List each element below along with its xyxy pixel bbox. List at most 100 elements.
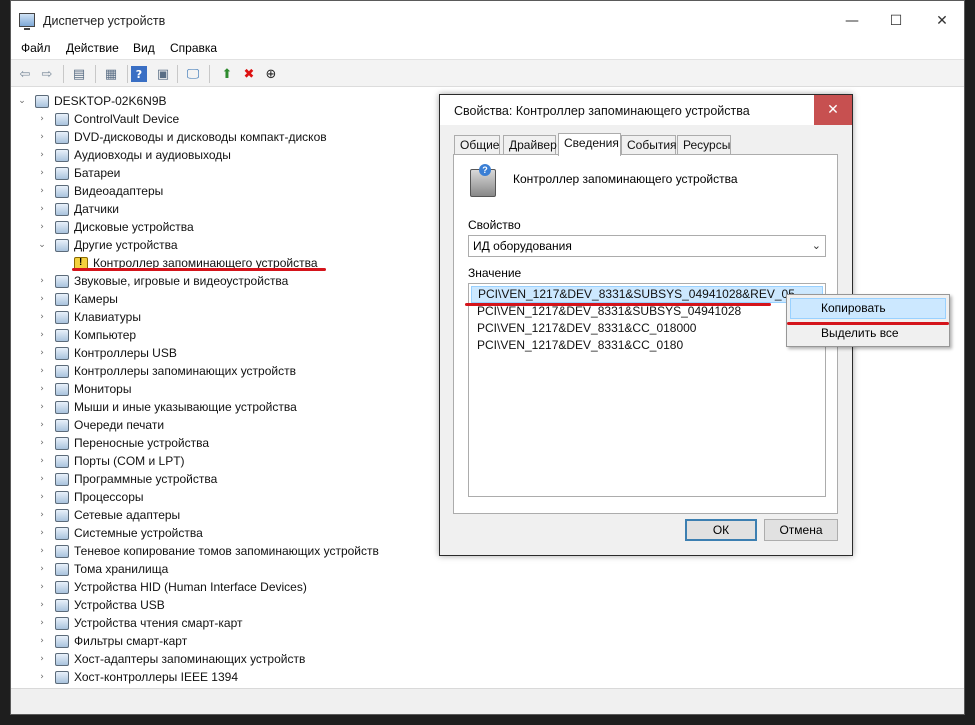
forward-arrow-icon[interactable]: ⇨ bbox=[37, 64, 57, 84]
chevron-right-icon[interactable]: › bbox=[37, 492, 47, 502]
ok-button[interactable]: ОК bbox=[685, 519, 757, 541]
cancel-button[interactable]: Отмена bbox=[764, 519, 838, 541]
chevron-right-icon[interactable]: › bbox=[37, 474, 47, 484]
tree-category-item[interactable]: › Сетевые адаптеры bbox=[37, 506, 180, 524]
menu-file[interactable]: Файл bbox=[21, 41, 51, 55]
chevron-right-icon[interactable]: › bbox=[37, 510, 47, 520]
tree-category-item[interactable]: › Видеоадаптеры bbox=[37, 182, 163, 200]
chevron-right-icon[interactable]: › bbox=[37, 456, 47, 466]
tree-category-item[interactable]: › Контроллеры запоминающих устройств bbox=[37, 362, 296, 380]
chevron-down-icon[interactable]: ⌄ bbox=[17, 96, 27, 106]
tree-item-label: Хост-контроллеры IEEE 1394 bbox=[74, 670, 238, 684]
chevron-right-icon[interactable]: › bbox=[37, 150, 47, 160]
tree-category-item[interactable]: › Фильтры смарт-карт bbox=[37, 632, 187, 650]
show-hide-tree-icon[interactable]: ▤ bbox=[69, 64, 89, 84]
chevron-right-icon[interactable]: › bbox=[37, 276, 47, 286]
value-item[interactable]: PCI\VEN_1217&DEV_8331&SUBSYS_04941028&RE… bbox=[471, 286, 823, 303]
context-copy[interactable]: Копировать bbox=[790, 298, 946, 319]
download-icon[interactable]: ⊕ bbox=[261, 64, 281, 84]
menu-view[interactable]: Вид bbox=[133, 41, 155, 55]
chevron-right-icon[interactable]: › bbox=[37, 528, 47, 538]
close-button[interactable]: ✕ bbox=[920, 7, 964, 35]
chevron-right-icon[interactable]: › bbox=[37, 600, 47, 610]
tree-item-label: Теневое копирование томов запоминающих у… bbox=[74, 544, 379, 558]
tree-category-item[interactable]: › Очереди печати bbox=[37, 416, 164, 434]
menu-action[interactable]: Действие bbox=[66, 41, 119, 55]
tree-category-item[interactable]: › Хост-адаптеры запоминающих устройств bbox=[37, 650, 305, 668]
help-icon[interactable]: ? bbox=[131, 66, 147, 82]
tree-category-item[interactable]: › Мониторы bbox=[37, 380, 131, 398]
chevron-right-icon[interactable]: › bbox=[37, 654, 47, 664]
chevron-down-icon[interactable]: ⌄ bbox=[37, 240, 47, 250]
tree-category-item[interactable]: › Мыши и иные указывающие устройства bbox=[37, 398, 297, 416]
value-item[interactable]: PCI\VEN_1217&DEV_8331&CC_018000 bbox=[471, 320, 823, 337]
chevron-right-icon[interactable]: › bbox=[37, 420, 47, 430]
tree-category-item[interactable]: › Датчики bbox=[37, 200, 119, 218]
tree-root[interactable]: ⌄ DESKTOP-02K6N9B bbox=[17, 92, 166, 110]
tree-item-label: Сетевые адаптеры bbox=[74, 508, 181, 522]
chevron-right-icon[interactable]: › bbox=[37, 366, 47, 376]
tree-category-item[interactable]: › Порты (COM и LPT) bbox=[37, 452, 184, 470]
uninstall-icon[interactable]: ✖ bbox=[239, 64, 259, 84]
tree-category-item[interactable]: › Хост-контроллеры IEEE 1394 bbox=[37, 668, 238, 686]
chevron-right-icon[interactable]: › bbox=[37, 636, 47, 646]
tree-category-item[interactable]: › Аудиовходы и аудиовыходы bbox=[37, 146, 231, 164]
tree-category-item[interactable]: › Переносные устройства bbox=[37, 434, 209, 452]
chevron-right-icon[interactable]: › bbox=[37, 222, 47, 232]
chevron-right-icon[interactable]: › bbox=[37, 168, 47, 178]
tree-category-item[interactable]: › Системные устройства bbox=[37, 524, 203, 542]
tree-category-item[interactable]: › Батареи bbox=[37, 164, 120, 182]
tree-category-item[interactable]: › Клавиатуры bbox=[37, 308, 141, 326]
update-driver-icon[interactable]: ⬆ bbox=[217, 64, 237, 84]
chevron-right-icon[interactable]: › bbox=[37, 132, 47, 142]
chevron-right-icon[interactable]: › bbox=[37, 438, 47, 448]
tab-driver[interactable]: Драйвер bbox=[503, 135, 557, 155]
tree-category-item[interactable]: › Компьютер bbox=[37, 326, 136, 344]
tab-general[interactable]: Общие bbox=[454, 135, 500, 155]
tree-category-item[interactable]: › Дисковые устройства bbox=[37, 218, 194, 236]
chevron-right-icon[interactable]: › bbox=[37, 618, 47, 628]
chevron-right-icon[interactable]: › bbox=[37, 672, 47, 682]
tree-category-item[interactable]: › Устройства USB bbox=[37, 596, 165, 614]
chevron-right-icon[interactable]: › bbox=[37, 564, 47, 574]
tab-events[interactable]: События bbox=[621, 135, 677, 155]
context-select-all[interactable]: Выделить все bbox=[790, 323, 946, 344]
value-listbox[interactable]: PCI\VEN_1217&DEV_8331&SUBSYS_04941028&RE… bbox=[468, 283, 826, 497]
action-pane-icon[interactable]: ▣ bbox=[153, 64, 173, 84]
chevron-right-icon[interactable]: › bbox=[37, 294, 47, 304]
tree-category-item[interactable]: › Устройства чтения смарт-карт bbox=[37, 614, 242, 632]
chevron-right-icon[interactable]: › bbox=[37, 582, 47, 592]
tree-category-item[interactable]: › Программные устройства bbox=[37, 470, 217, 488]
tree-category-item[interactable]: › ControlVault Device bbox=[37, 110, 179, 128]
tab-details[interactable]: Сведения bbox=[558, 133, 621, 156]
monitor-scan-icon[interactable]: 🖵 bbox=[183, 64, 203, 84]
tree-category-item[interactable]: ⌄ Другие устройства bbox=[37, 236, 177, 254]
property-select[interactable]: ИД оборудования ⌄ bbox=[468, 235, 826, 257]
back-arrow-icon[interactable]: ⇦ bbox=[15, 64, 35, 84]
tree-category-item[interactable]: › Теневое копирование томов запоминающих … bbox=[37, 542, 379, 560]
tree-category-item[interactable]: › Звуковые, игровые и видеоустройства bbox=[37, 272, 288, 290]
tree-category-item[interactable]: › Процессоры bbox=[37, 488, 143, 506]
chevron-right-icon[interactable]: › bbox=[37, 348, 47, 358]
tab-resources[interactable]: Ресурсы bbox=[677, 135, 731, 155]
chevron-right-icon[interactable]: › bbox=[37, 204, 47, 214]
tree-category-item[interactable]: › Устройства HID (Human Interface Devices… bbox=[37, 578, 307, 596]
maximize-button[interactable]: ☐ bbox=[874, 7, 918, 35]
tree-category-item[interactable]: › Камеры bbox=[37, 290, 118, 308]
minimize-button[interactable]: — bbox=[830, 7, 874, 35]
chevron-right-icon[interactable]: › bbox=[37, 384, 47, 394]
value-item[interactable]: PCI\VEN_1217&DEV_8331&CC_0180 bbox=[471, 337, 823, 354]
menu-help[interactable]: Справка bbox=[170, 41, 217, 55]
chevron-right-icon[interactable]: › bbox=[37, 312, 47, 322]
dialog-close-button[interactable]: ✕ bbox=[814, 95, 852, 125]
properties-icon[interactable]: ▦ bbox=[101, 64, 121, 84]
tree-category-item[interactable]: › Контроллеры USB bbox=[37, 344, 177, 362]
toolbar: ⇦ ⇨ ▤ ▦ ? ▣ 🖵 ⬆ ✖ ⊕ bbox=[11, 59, 964, 87]
chevron-right-icon[interactable]: › bbox=[37, 186, 47, 196]
tree-category-item[interactable]: › Тома хранилища bbox=[37, 560, 168, 578]
chevron-right-icon[interactable]: › bbox=[37, 330, 47, 340]
chevron-right-icon[interactable]: › bbox=[37, 114, 47, 124]
tree-category-item[interactable]: › DVD-дисководы и дисководы компакт-диско… bbox=[37, 128, 326, 146]
chevron-right-icon[interactable]: › bbox=[37, 546, 47, 556]
chevron-right-icon[interactable]: › bbox=[37, 402, 47, 412]
